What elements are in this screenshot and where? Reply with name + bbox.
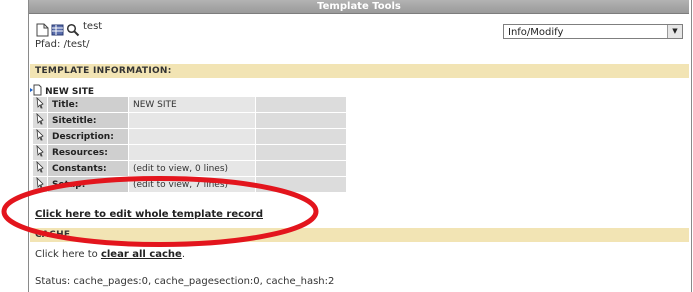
search-text: test (83, 21, 103, 32)
edit-icon[interactable] (32, 96, 48, 113)
info-row: Setup: (edit to view, 7 lines) (32, 176, 347, 193)
info-value: (edit to view, 0 lines) (128, 160, 256, 177)
cache-status: Status: cache_pages:0, cache_pagesection… (35, 276, 335, 287)
cache-header: CACHE (30, 228, 689, 242)
info-value (128, 144, 256, 161)
info-value (128, 128, 256, 145)
info-filler (255, 128, 347, 145)
clear-cache-line: Click here to clear all cache. (35, 249, 185, 260)
info-row: Description: (32, 128, 347, 145)
info-label: Constants: (47, 160, 129, 177)
clear-cache-prefix: Click here to (35, 249, 101, 260)
info-value: (edit to view, 7 lines) (128, 176, 256, 193)
chevron-down-icon[interactable]: ▼ (667, 25, 682, 38)
info-label: Sitetitle: (47, 112, 129, 129)
info-filler (255, 112, 347, 129)
info-filler (255, 160, 347, 177)
info-row: Title: NEW SITE (32, 96, 347, 113)
clear-cache-suffix: . (181, 249, 186, 260)
template-info-table: Title: NEW SITE Sitetitle: Description: Reso… (32, 96, 347, 193)
edit-whole-record-link[interactable]: Click here to edit whole template record (35, 209, 263, 220)
info-label: Description: (47, 128, 129, 145)
window-title: Template Tools (29, 0, 689, 14)
search-icon[interactable] (66, 22, 80, 37)
edit-icon[interactable] (32, 144, 48, 161)
clear-cache-link[interactable]: clear all cache (101, 249, 182, 260)
edit-icon[interactable] (32, 128, 48, 145)
info-filler (255, 96, 347, 113)
list-view-icon[interactable] (51, 22, 65, 36)
info-label: Setup: (47, 176, 129, 193)
mode-select[interactable]: Info/Modify ▼ (503, 24, 683, 39)
info-row: Resources: (32, 144, 347, 161)
info-label: Resources: (47, 144, 129, 161)
info-filler (255, 176, 347, 193)
template-info-header: TEMPLATE INFORMATION: (30, 64, 689, 78)
edit-icon[interactable] (32, 112, 48, 129)
info-value (128, 112, 256, 129)
info-label: Title: (47, 96, 129, 113)
edit-icon[interactable] (32, 160, 48, 177)
info-row: Sitetitle: (32, 112, 347, 129)
path-label: Pfad: /test/ (35, 39, 90, 50)
info-filler (255, 144, 347, 161)
mode-select-value: Info/Modify (508, 27, 564, 38)
new-document-icon[interactable] (36, 22, 50, 37)
info-value: NEW SITE (128, 96, 256, 113)
info-row: Constants: (edit to view, 0 lines) (32, 160, 347, 177)
edit-icon[interactable] (32, 176, 48, 193)
